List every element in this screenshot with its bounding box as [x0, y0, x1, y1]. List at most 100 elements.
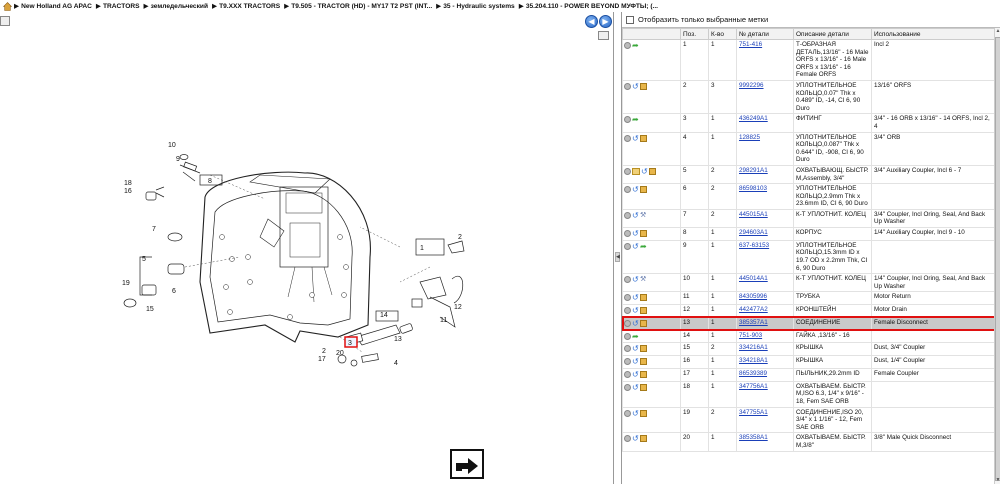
blue-cycle-icon[interactable]: ↺	[632, 370, 639, 378]
part-number-link[interactable]: 347755A1	[739, 409, 768, 416]
wrench-icon[interactable]: ⚒	[640, 276, 647, 283]
table-row[interactable]: ➦ 1 1 751-416 Т-ОБРАЗНАЯ ДЕТАЛЬ,13/16" - 16 …	[622, 39, 994, 81]
callout-4[interactable]: 4	[394, 360, 398, 367]
package-icon[interactable]	[640, 345, 647, 353]
info-icon[interactable]	[624, 82, 631, 90]
show-selected-checkbox[interactable]	[626, 15, 634, 24]
callout-9[interactable]: 9	[176, 156, 180, 163]
callout-8[interactable]: 8	[208, 178, 212, 185]
table-row[interactable]: ↺ 8 1 294603A1 КОРПУС 1/4" Auxiliary Coupler,…	[622, 227, 994, 241]
green-arrow-icon[interactable]: ➦	[632, 332, 639, 340]
folder-icon[interactable]	[632, 167, 640, 175]
blue-cycle-icon[interactable]: ↺	[632, 276, 639, 284]
breadcrumb-item[interactable]: ▶ 35 - Hydraulic systems	[436, 3, 515, 10]
package-icon[interactable]	[640, 186, 647, 194]
package-icon[interactable]	[649, 167, 656, 175]
callout-13[interactable]: 13	[394, 336, 402, 343]
table-row[interactable]: ↺ 20 1 385358A1 ОХВАТЫВАЕМ. БЫСТР. М,3/8" 3/8…	[622, 432, 994, 452]
table-row[interactable]: ↺ 19 2 347755A1 СОЕДИНЕНИЕ,ISO 20, 3/4" x 1 …	[622, 406, 994, 434]
part-number-link[interactable]: 442477A2	[739, 306, 768, 313]
info-icon[interactable]	[624, 294, 631, 302]
blue-cycle-icon[interactable]: ↺	[632, 319, 639, 327]
part-number-link[interactable]: 751-416	[739, 41, 762, 48]
info-icon[interactable]	[624, 230, 631, 238]
part-number-link[interactable]: 84305996	[739, 293, 767, 300]
table-row[interactable]: ↺ 2 3 9992296 УПЛОТНИТЕЛЬНОЕ КОЛЬЦО,0.07" Th…	[622, 79, 994, 115]
package-icon[interactable]	[640, 82, 647, 90]
green-arrow-icon[interactable]: ➦	[632, 116, 639, 124]
table-row[interactable]: ↺ 12 1 442477A2 КРОНШТЕЙН Motor Drain	[622, 304, 994, 318]
table-row[interactable]: ↺ 15 2 334216A1 КРЫШКА Dust, 3/4" Coupler	[622, 342, 994, 357]
blue-cycle-icon[interactable]: ↺	[632, 82, 639, 90]
package-icon[interactable]	[640, 230, 647, 238]
callout-7[interactable]: 7	[152, 226, 156, 233]
callout-3[interactable]: 3	[348, 340, 352, 347]
wrench-icon[interactable]: ⚒	[640, 212, 647, 219]
col-header-pos[interactable]: Поз.	[680, 28, 709, 40]
col-header-description[interactable]: Описание детали	[793, 28, 872, 40]
package-icon[interactable]	[640, 319, 647, 327]
callout-1[interactable]: 1	[420, 245, 424, 252]
toggle-panel-icon[interactable]	[598, 31, 609, 40]
table-row[interactable]: ↺⚒ 10 1 445014A1 К-Т УПЛОТНИТ. КОЛЕЦ 1/4" Cou…	[622, 273, 994, 293]
package-icon[interactable]	[640, 134, 647, 142]
part-number-link[interactable]: 445015A1	[739, 211, 768, 218]
package-icon[interactable]	[640, 294, 647, 302]
info-icon[interactable]	[624, 370, 631, 378]
info-icon[interactable]	[624, 116, 631, 124]
blue-cycle-icon[interactable]: ↺	[632, 294, 639, 302]
green-arrow-icon[interactable]: ➦	[640, 242, 647, 250]
table-row[interactable]: ↺ 18 1 347756A1 ОХВАТЫВАЕМ. БЫСТР. М,ISO 6.3…	[622, 380, 994, 408]
home-icon[interactable]	[3, 1, 12, 11]
table-row[interactable]: ↺ 17 1 86539389 ПЫЛЬНИК,29.2mm ID Female Coup…	[622, 367, 994, 382]
info-icon[interactable]	[624, 211, 631, 219]
part-number-link[interactable]: 86539389	[739, 370, 767, 377]
next-arrow-icon[interactable]: ▶	[599, 15, 612, 28]
package-icon[interactable]	[640, 409, 647, 417]
info-icon[interactable]	[624, 186, 631, 194]
splitter-handle-icon[interactable]: ◀	[615, 252, 620, 262]
callout-12[interactable]: 12	[454, 304, 462, 311]
zoom-icon[interactable]	[0, 16, 10, 26]
info-icon[interactable]	[624, 409, 631, 417]
previous-arrow-icon[interactable]: ◀	[585, 15, 598, 28]
breadcrumb-item[interactable]: ▶ земледельческий	[144, 3, 209, 10]
callout-16[interactable]: 16	[124, 188, 132, 195]
info-icon[interactable]	[624, 435, 631, 443]
col-header-qty[interactable]: К-во	[708, 28, 737, 40]
info-icon[interactable]	[624, 332, 631, 340]
info-icon[interactable]	[624, 345, 631, 353]
blue-cycle-icon[interactable]: ↺	[632, 230, 639, 238]
vertical-scrollbar[interactable]: ▲ ▼	[994, 28, 1000, 484]
table-row[interactable]: ↺ 13 1 385357A1 СОЕДИНЕНИЕ Female Disconnect	[622, 316, 994, 332]
table-row[interactable]: ➦ 14 1 751-903 ГАЙКА ,13/16" - 16	[622, 329, 994, 344]
callout-20[interactable]: 20	[336, 350, 344, 357]
package-icon[interactable]	[640, 370, 647, 378]
blue-cycle-icon[interactable]: ↺	[641, 167, 648, 175]
green-arrow-icon[interactable]: ➦	[632, 42, 639, 50]
part-number-link[interactable]: 298291A1	[739, 167, 768, 174]
part-number-link[interactable]: 637-63153	[739, 242, 769, 249]
breadcrumb-item[interactable]: ▶ TRACTORS	[96, 3, 140, 10]
table-row[interactable]: ↺ 6 2 86598103 УПЛОТНИТЕЛЬНОЕ КОЛЬЦО,2.9mm T…	[622, 183, 994, 210]
table-row[interactable]: ↺➦ 9 1 637-63153 УПЛОТНИТЕЛЬНОЕ КОЛЬЦО,15.3m…	[622, 239, 994, 275]
breadcrumb-item[interactable]: ▶ 35.204.110 - POWER BEYOND МУФТЫ; (...	[519, 3, 658, 10]
callout-15[interactable]: 15	[146, 306, 154, 313]
blue-cycle-icon[interactable]: ↺	[632, 435, 639, 443]
blue-cycle-icon[interactable]: ↺	[632, 383, 639, 391]
part-number-link[interactable]: 334218A1	[739, 357, 768, 364]
table-row[interactable]: ↺ 4 1 128825 УПЛОТНИТЕЛЬНОЕ КОЛЬЦО,0.087" Th…	[622, 131, 994, 166]
callout-18[interactable]: 18	[124, 180, 132, 187]
package-icon[interactable]	[640, 358, 647, 366]
table-row[interactable]: ↺⚒ 7 2 445015A1 К-Т УПЛОТНИТ. КОЛЕЦ 3/4" Coup…	[622, 208, 994, 229]
callout-17[interactable]: 17	[318, 356, 326, 363]
callout-5[interactable]: 5	[142, 256, 146, 263]
info-icon[interactable]	[624, 307, 631, 315]
blue-cycle-icon[interactable]: ↺	[632, 134, 639, 142]
blue-cycle-icon[interactable]: ↺	[632, 186, 639, 194]
blue-cycle-icon[interactable]: ↺	[632, 409, 639, 417]
table-row[interactable]: ↺ 5 2 298291A1 ОХВАТЫВАЮЩ. БЫСТР. М,Assembly…	[622, 164, 994, 185]
callout-6[interactable]: 6	[172, 288, 176, 295]
info-icon[interactable]	[624, 319, 631, 327]
breadcrumb-item[interactable]: ▶ T9.505 - TRACTOR (HD) - MY17 T2 PST (IN…	[284, 3, 432, 10]
